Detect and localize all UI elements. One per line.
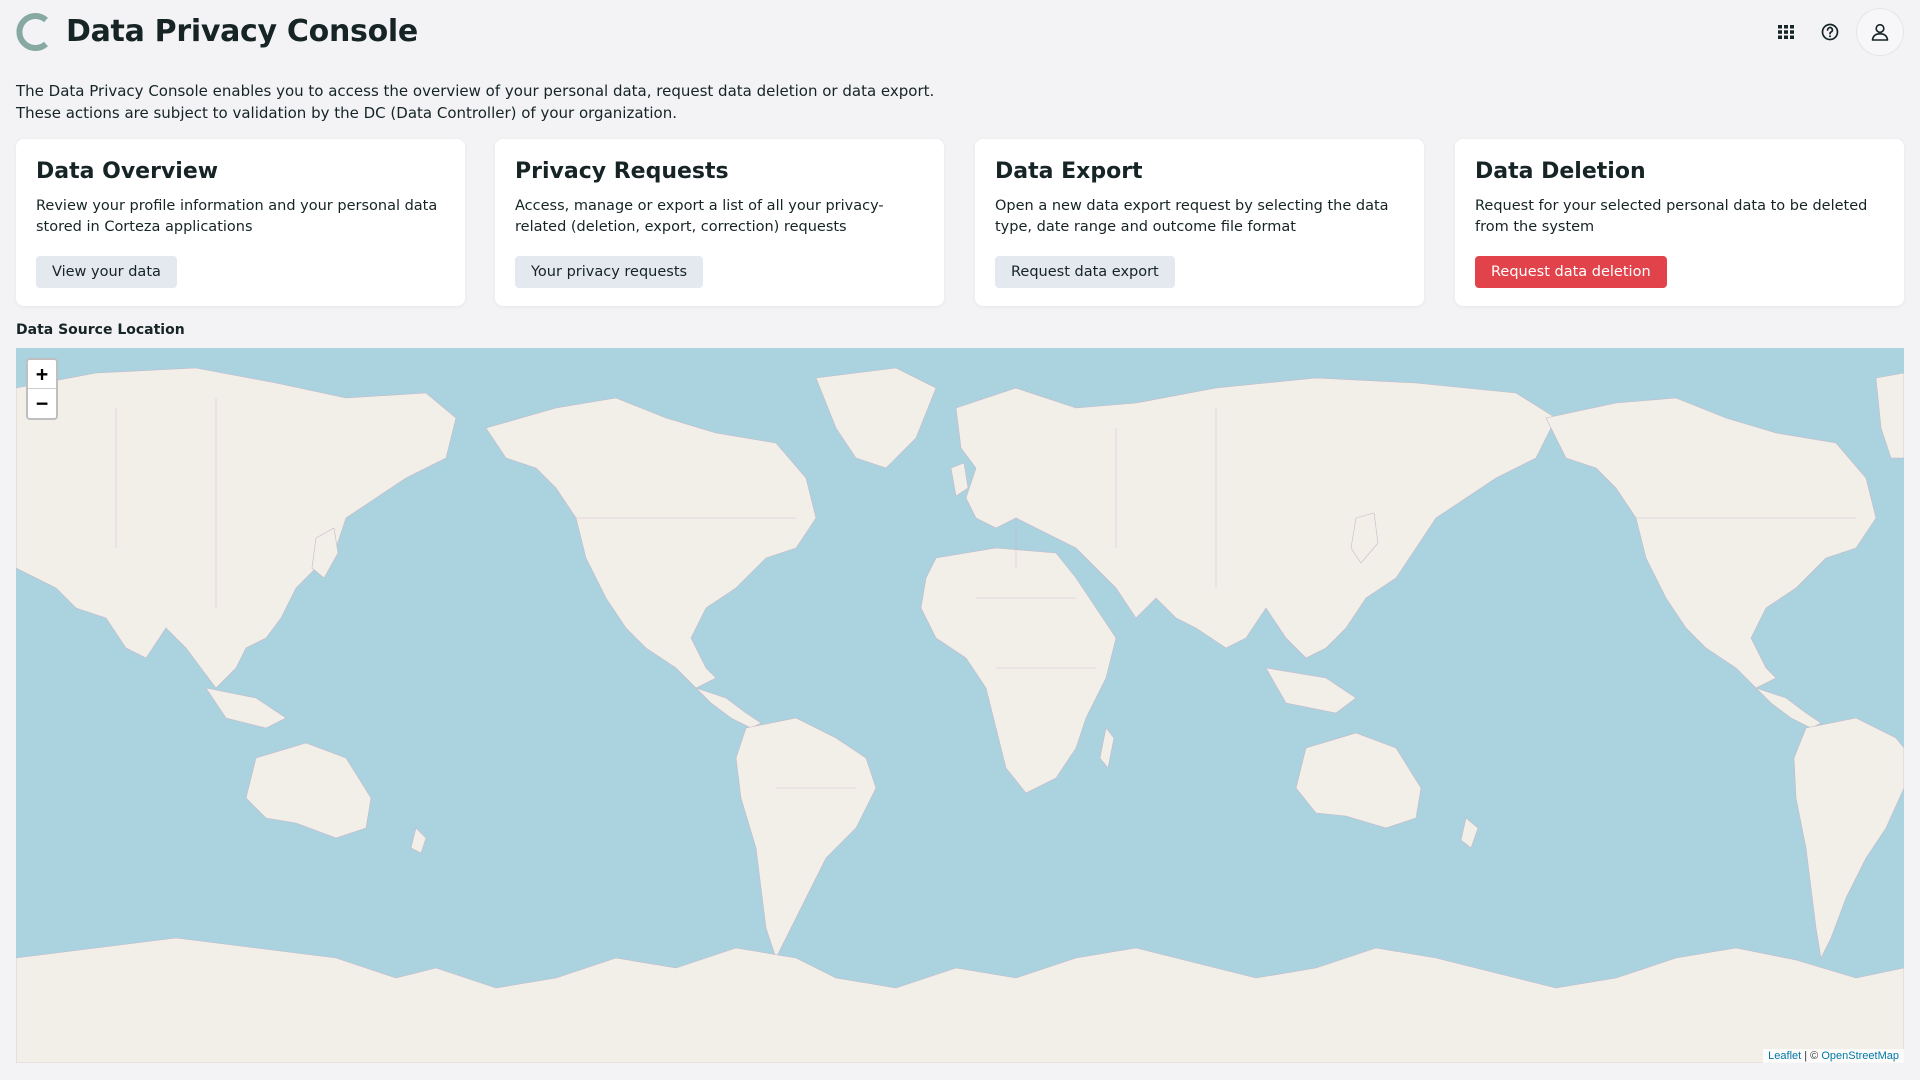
- help-circle-icon[interactable]: [1810, 12, 1850, 52]
- request-data-deletion-button[interactable]: Request data deletion: [1475, 256, 1667, 288]
- page-title: Data Privacy Console: [66, 14, 418, 49]
- card-data-overview: Data Overview Review your profile inform…: [16, 139, 465, 306]
- card-title: Data Export: [995, 159, 1143, 184]
- card-data-export: Data Export Open a new data export reque…: [975, 139, 1424, 306]
- world-map[interactable]: + − Leaflet | © OpenStreetMap: [16, 348, 1904, 1063]
- your-privacy-requests-button[interactable]: Your privacy requests: [515, 256, 704, 288]
- top-bar: Data Privacy Console: [0, 0, 1920, 64]
- user-profile-button[interactable]: [1856, 8, 1904, 56]
- map-section-label: Data Source Location: [16, 322, 185, 338]
- card-title: Data Overview: [36, 159, 219, 184]
- map-zoom-control: + −: [26, 358, 58, 420]
- card-title: Privacy Requests: [515, 159, 729, 184]
- view-your-data-button[interactable]: View your data: [36, 256, 177, 288]
- request-data-export-button[interactable]: Request data export: [995, 256, 1175, 288]
- zoom-out-button[interactable]: −: [28, 389, 56, 418]
- openstreetmap-link[interactable]: OpenStreetMap: [1821, 1050, 1899, 1062]
- card-description: Open a new data export request by select…: [995, 198, 1389, 235]
- card-privacy-requests: Privacy Requests Access, manage or expor…: [495, 139, 944, 306]
- zoom-in-button[interactable]: +: [28, 360, 56, 389]
- user-icon: [1871, 23, 1889, 41]
- leaflet-link[interactable]: Leaflet: [1768, 1050, 1801, 1062]
- card-title: Data Deletion: [1475, 159, 1646, 184]
- apps-grid-icon[interactable]: [1766, 12, 1806, 52]
- intro-text: The Data Privacy Console enables you to …: [16, 80, 1016, 124]
- world-map-tiles[interactable]: [16, 348, 1904, 1063]
- map-attribution: Leaflet | © OpenStreetMap: [1763, 1049, 1904, 1063]
- corteza-logo-icon: [16, 13, 48, 51]
- card-description: Access, manage or export a list of all y…: [515, 198, 884, 235]
- attribution-separator: | ©: [1801, 1050, 1822, 1062]
- card-description: Request for your selected personal data …: [1475, 198, 1868, 235]
- card-description: Review your profile information and your…: [36, 198, 438, 235]
- intro-line-2: These actions are subject to validation …: [16, 104, 678, 122]
- intro-line-1: The Data Privacy Console enables you to …: [16, 82, 935, 100]
- card-data-deletion: Data Deletion Request for your selected …: [1455, 139, 1904, 306]
